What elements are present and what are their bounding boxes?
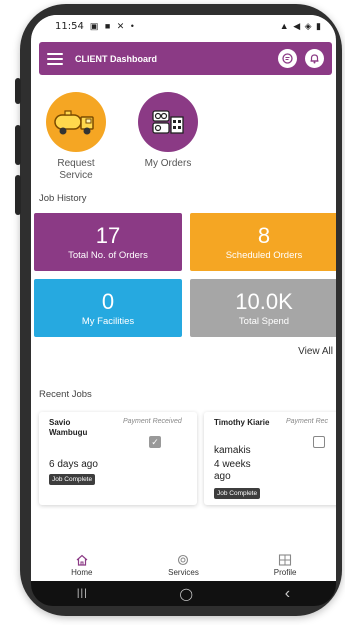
view-all-link[interactable]: View All xyxy=(298,346,333,357)
payment-checkbox[interactable] xyxy=(313,436,325,448)
chat-icon[interactable] xyxy=(278,49,297,68)
my-facilities-card[interactable]: 0 My Facilities xyxy=(34,279,182,337)
job-history-title: Job History xyxy=(39,193,87,204)
stat-value: 8 xyxy=(257,222,271,248)
phone-side-button xyxy=(15,125,21,165)
page-title: CLIENT Dashboard xyxy=(75,53,158,64)
app-bar: CLIENT Dashboard xyxy=(39,42,332,75)
app-screen: 11:54 ▣ ■ ✕ • ▲ ◀ ◈ ▮ CLIENT Dashboard R… xyxy=(31,15,336,581)
home-pill-icon[interactable]: ◯ xyxy=(180,587,193,601)
payment-checkbox[interactable]: ✓ xyxy=(149,436,161,448)
payment-label: Payment Rec xyxy=(286,418,329,425)
job-card[interactable]: Timothy Kiarie Payment Rec kamakis 4 wee… xyxy=(204,412,336,505)
job-client-name: Timothy Kiarie xyxy=(214,418,270,427)
nav-profile[interactable]: Profile xyxy=(245,554,325,577)
scheduled-orders-card[interactable]: 8 Scheduled Orders xyxy=(190,213,336,271)
job-client-name: Savio Wambugu xyxy=(49,418,88,437)
job-time-ago: 4 weeks ago xyxy=(214,459,251,482)
profile-icon xyxy=(279,554,292,566)
bottom-navigation: Home Services Profile xyxy=(31,550,336,581)
home-icon xyxy=(76,554,88,566)
orders-icon xyxy=(138,92,198,152)
bell-icon[interactable] xyxy=(305,49,324,68)
nav-home[interactable]: Home xyxy=(42,554,122,577)
phone-side-button xyxy=(15,78,21,104)
my-orders-label: My Orders xyxy=(144,158,192,169)
total-spend-card[interactable]: 10.0K Total Spend xyxy=(190,279,336,337)
recents-icon[interactable]: ||| xyxy=(77,588,88,599)
stat-label: Total Spend xyxy=(238,315,290,327)
truck-icon xyxy=(46,92,106,152)
stat-label: Total No. of Orders xyxy=(68,249,148,261)
stat-value: 17 xyxy=(95,222,121,248)
nav-label: Profile xyxy=(273,568,297,577)
request-service-label: Request Service xyxy=(57,158,95,181)
status-time: 11:54 xyxy=(55,20,84,32)
back-icon[interactable]: ‹ xyxy=(285,585,290,603)
job-status-badge: Job Complete xyxy=(49,474,96,485)
notification-icons: ▣ ■ ✕ • xyxy=(89,20,136,31)
nav-label: Home xyxy=(71,568,93,577)
stat-label: Scheduled Orders xyxy=(225,249,303,261)
menu-icon[interactable] xyxy=(47,52,63,65)
stat-value: 0 xyxy=(101,288,115,314)
phone-side-button xyxy=(15,175,21,215)
system-navigation-bar: ||| ◯ ‹ xyxy=(31,581,336,606)
job-company: kamakis xyxy=(214,445,251,456)
job-time-ago: 6 days ago xyxy=(49,459,98,470)
payment-label: Payment Received xyxy=(123,418,182,425)
job-card[interactable]: Savio Wambugu Payment Received ✓ 6 days … xyxy=(39,412,197,505)
stat-label: My Facilities xyxy=(81,315,135,327)
nav-services[interactable]: Services xyxy=(143,554,223,577)
request-service-button[interactable]: Request Service xyxy=(41,92,111,182)
total-orders-card[interactable]: 17 Total No. of Orders xyxy=(34,213,182,271)
services-icon xyxy=(178,554,189,566)
job-status-badge: Job Complete xyxy=(214,488,261,499)
status-bar: 11:54 ▣ ■ ✕ • ▲ ◀ ◈ ▮ xyxy=(31,15,336,37)
nav-label: Services xyxy=(168,568,199,577)
system-icons: ▲ ◀ ◈ ▮ xyxy=(279,20,322,31)
recent-jobs-title: Recent Jobs xyxy=(39,389,92,400)
my-orders-button[interactable]: My Orders xyxy=(133,92,203,170)
stat-value: 10.0K xyxy=(235,288,293,314)
